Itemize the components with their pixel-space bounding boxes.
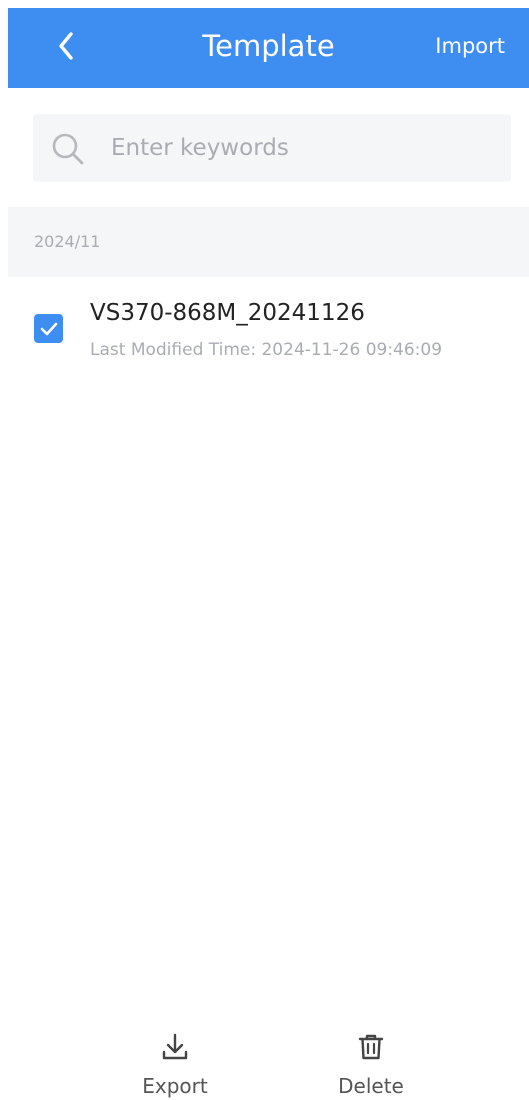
search-bar[interactable] xyxy=(33,114,511,182)
trash-icon xyxy=(358,1034,384,1060)
top-app-bar: Template Import xyxy=(8,8,529,88)
import-button[interactable]: Import xyxy=(435,8,505,84)
template-checkbox[interactable] xyxy=(34,314,63,343)
template-row[interactable]: VS370-868M_20241126 Last Modified Time: … xyxy=(8,290,529,390)
checkmark-icon xyxy=(40,322,57,335)
search-icon xyxy=(52,133,84,165)
delete-label: Delete xyxy=(338,1074,404,1098)
template-screen: Template Import 2024/11 VS370-868M_20241… xyxy=(0,0,529,1100)
section-date-label: 2024/11 xyxy=(34,232,101,251)
search-input[interactable] xyxy=(111,126,491,170)
template-name: VS370-868M_20241126 xyxy=(90,300,365,326)
chevron-left-icon xyxy=(59,32,73,60)
download-icon xyxy=(162,1033,188,1060)
month-section-header: 2024/11 xyxy=(8,207,529,277)
export-button[interactable]: Export xyxy=(115,1030,235,1100)
back-button[interactable] xyxy=(44,24,88,68)
export-label: Export xyxy=(142,1074,208,1098)
template-modified-time: Last Modified Time: 2024-11-26 09:46:09 xyxy=(90,340,443,360)
delete-button[interactable]: Delete xyxy=(311,1030,431,1100)
